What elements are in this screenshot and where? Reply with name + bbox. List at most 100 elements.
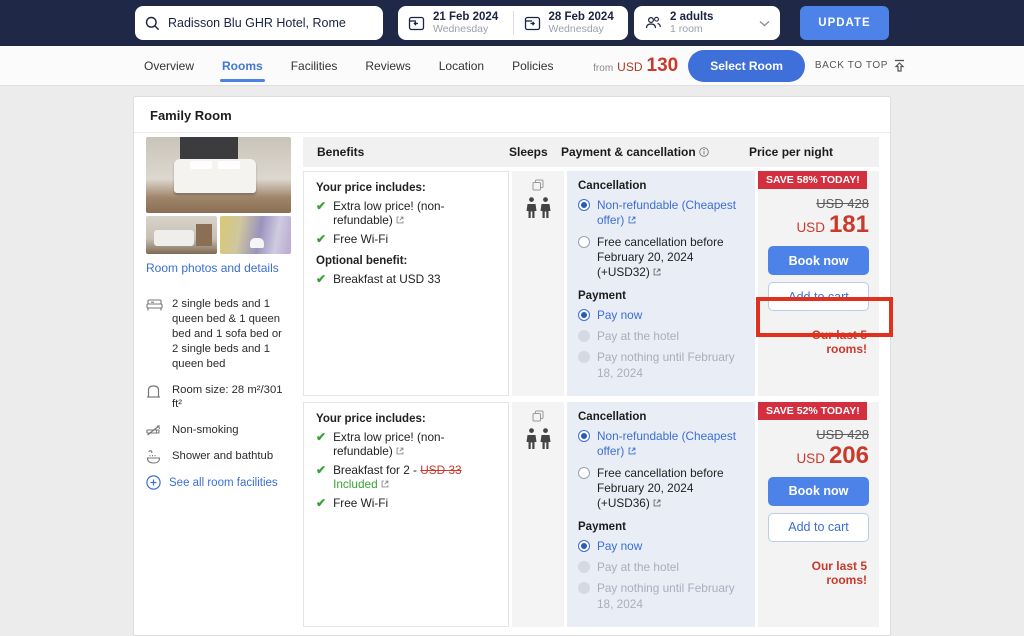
family-room-card: Family Room Room photos and details 2 si… [133, 96, 891, 636]
external-link-icon[interactable] [628, 216, 636, 224]
book-now-button[interactable]: Book now [768, 477, 869, 506]
radio-selected-icon[interactable] [578, 540, 590, 552]
current-price: USD181 [768, 211, 869, 239]
room-photo-main[interactable] [146, 137, 291, 213]
room-photo-thumb-2[interactable] [220, 216, 291, 254]
offer1-payment-cell: Cancellation Non-refundable (Cheapest of… [567, 171, 755, 396]
old-price: USD 428 [768, 196, 869, 211]
room-size-icon [146, 383, 163, 413]
scarcity-message: Our last 5 rooms! [768, 559, 869, 587]
chevron-down-icon [759, 20, 770, 27]
select-room-button[interactable]: Select Room [688, 50, 805, 82]
payment-option-athotel: Pay at the hotel [578, 329, 744, 344]
benefit-item: ✔ Breakfast at USD 33 [316, 272, 496, 286]
offer-row-1: Your price includes: ✔ Extra low price! … [303, 171, 879, 396]
search-icon [145, 16, 160, 31]
price-currency: USD [796, 451, 825, 466]
benefit-item: ✔ Free Wi-Fi [316, 496, 496, 510]
hotel-search-box[interactable] [135, 6, 383, 40]
book-now-button[interactable]: Book now [768, 246, 869, 275]
from-currency: USD [617, 60, 642, 74]
adult-icon [526, 428, 537, 450]
old-price: USD 428 [768, 427, 869, 442]
radio-selected-icon[interactable] [578, 199, 590, 211]
payment-option-paynow[interactable]: Pay now [578, 308, 744, 323]
benefit-text: Breakfast for 2 - [333, 463, 420, 477]
non-smoking-text: Non-smoking [172, 423, 239, 438]
tab-facilities[interactable]: Facilities [277, 46, 352, 86]
external-link-icon[interactable] [628, 447, 636, 455]
room-photos-link[interactable]: Room photos and details [146, 261, 291, 275]
room-layout-icon[interactable] [532, 410, 544, 422]
includes-heading: Your price includes: [316, 413, 496, 425]
option-label: Pay at the hotel [597, 560, 679, 575]
bed-configuration-text: 2 single beds and 1 queen bed & 1 queen … [172, 297, 291, 372]
radio-disabled-icon [578, 330, 590, 342]
tab-location[interactable]: Location [425, 46, 498, 86]
search-input[interactable] [168, 16, 373, 30]
checkout-date[interactable]: 28 Feb 2024 Wednesday [513, 11, 629, 35]
add-to-cart-button[interactable]: Add to cart [768, 282, 869, 311]
scarcity-message: Our last 5 rooms! [768, 328, 869, 356]
benefit-text: Free Wi-Fi [333, 496, 388, 510]
room-layout-icon[interactable] [532, 179, 544, 191]
room-title: Family Room [134, 97, 890, 133]
radio-unselected-icon[interactable] [578, 467, 590, 479]
info-icon[interactable] [699, 147, 709, 157]
see-all-facilities-link[interactable]: See all room facilities [146, 475, 291, 490]
includes-heading: Your price includes: [316, 182, 496, 194]
cancellation-option-nonrefundable[interactable]: Non-refundable (Cheapest offer) [578, 198, 744, 229]
payment-heading: Payment [578, 521, 744, 533]
external-link-icon[interactable] [396, 447, 404, 455]
check-icon: ✔ [316, 199, 326, 213]
top-search-bar: 21 Feb 2024 Wednesday 28 Feb 2024 Wednes… [0, 0, 1024, 46]
plus-circle-icon [146, 475, 161, 490]
save-badge: SAVE 58% TODAY! [758, 171, 867, 189]
occupancy-rooms: 1 room [670, 23, 751, 35]
benefit-text: Breakfast at USD 33 [333, 272, 441, 286]
adult-icon [540, 428, 551, 450]
cancellation-option-free[interactable]: Free cancellation before February 20, 20… [578, 466, 744, 512]
checkin-date[interactable]: 21 Feb 2024 Wednesday [398, 11, 513, 35]
radio-disabled-icon [578, 582, 590, 594]
external-link-icon[interactable] [381, 480, 389, 488]
radio-disabled-icon [578, 561, 590, 573]
benefits-column-header: Benefits [303, 145, 509, 159]
from-label: from [593, 63, 613, 74]
date-range-picker: 21 Feb 2024 Wednesday 28 Feb 2024 Wednes… [398, 6, 628, 40]
offer2-payment-cell: Cancellation Non-refundable (Cheapest of… [567, 402, 755, 627]
occupancy-selector[interactable]: 2 adults 1 room [634, 6, 780, 40]
cancellation-option-free[interactable]: Free cancellation before February 20, 20… [578, 235, 744, 281]
tab-policies[interactable]: Policies [498, 46, 567, 86]
price-amount: 206 [829, 442, 869, 469]
check-icon: ✔ [316, 232, 326, 246]
tab-overview[interactable]: Overview [130, 46, 208, 86]
tab-reviews[interactable]: Reviews [351, 46, 424, 86]
check-icon: ✔ [316, 430, 326, 444]
cancellation-option-nonrefundable[interactable]: Non-refundable (Cheapest offer) [578, 429, 744, 460]
benefit-item-breakfast: ✔ Breakfast for 2 - USD 33 Included [316, 463, 496, 491]
benefit-text: Extra low price! (non-refundable) [333, 430, 444, 458]
non-smoking: Non-smoking [146, 423, 291, 438]
current-price: USD 206 [768, 442, 869, 470]
option-label: Pay nothing until February 18, 2024 [597, 350, 744, 381]
tab-rooms[interactable]: Rooms [208, 46, 277, 86]
external-link-icon[interactable] [653, 499, 661, 507]
bathroom-feature: Shower and bathtub [146, 449, 291, 464]
add-to-cart-button[interactable]: Add to cart [768, 513, 869, 542]
hotel-subnav: Overview Rooms Facilities Reviews Locati… [0, 46, 1024, 86]
offer1-price-cell: SAVE 58% TODAY! USD 428 USD181 Book now … [758, 171, 879, 396]
radio-selected-icon[interactable] [578, 309, 590, 321]
check-icon: ✔ [316, 463, 326, 477]
radio-unselected-icon[interactable] [578, 236, 590, 248]
external-link-icon[interactable] [396, 216, 404, 224]
update-button[interactable]: UPDATE [800, 6, 889, 40]
back-to-top-button[interactable]: BACK TO TOP [815, 59, 906, 73]
offer-table-header: Benefits Sleeps Payment & cancellation P… [303, 137, 879, 167]
option-label: Pay now [597, 308, 642, 323]
radio-selected-icon[interactable] [578, 430, 590, 442]
external-link-icon[interactable] [653, 268, 661, 276]
payment-option-paynow[interactable]: Pay now [578, 539, 744, 554]
room-photo-thumb-1[interactable] [146, 216, 217, 254]
adult-icon [526, 197, 537, 219]
